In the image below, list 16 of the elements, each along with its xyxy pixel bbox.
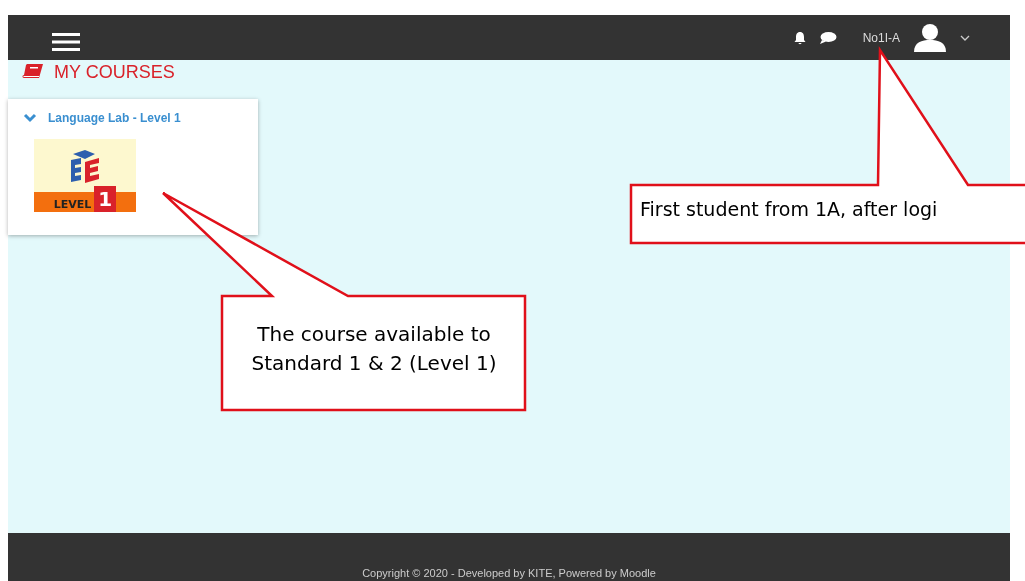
- level-label: LEVEL: [53, 198, 92, 212]
- chat-bubble-icon[interactable]: [818, 30, 837, 45]
- notification-bell-icon[interactable]: [792, 30, 807, 45]
- menu-icon[interactable]: [52, 31, 80, 52]
- caret-icon[interactable]: [960, 34, 970, 41]
- callout-text: First student from 1A, after logi: [640, 198, 938, 220]
- callout-text: The course available to Standard 1 & 2 (Level 1): [251, 322, 497, 375]
- chevron-icon[interactable]: [23, 113, 37, 123]
- book-icon: [22, 63, 44, 81]
- user-name[interactable]: No1I-A: [862, 30, 900, 45]
- footer-text: Copyright © 2020 - Developed by KITE, Powered by Moodle: [362, 567, 656, 579]
- course-image[interactable]: LEVEL 1: [34, 139, 136, 212]
- user-avatar-icon[interactable]: [912, 22, 948, 53]
- course-link[interactable]: Language Lab - Level 1: [48, 111, 181, 125]
- level-number: 1: [94, 186, 117, 212]
- page-title: MY COURSES: [54, 61, 175, 83]
